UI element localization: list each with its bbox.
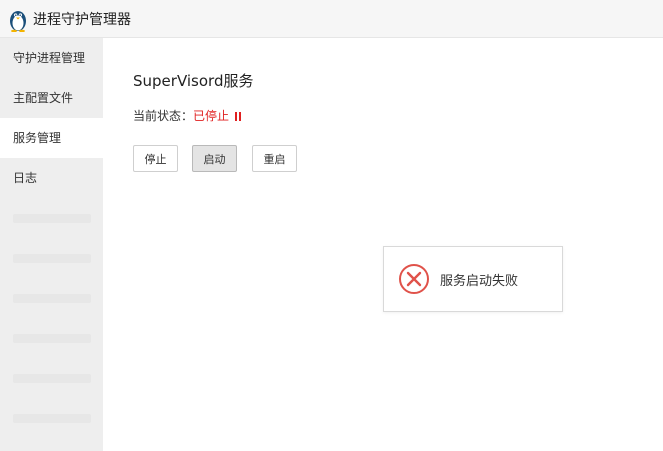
page-title: SuperVisord服务: [133, 72, 254, 90]
toast-message: 服务启动失败: [440, 273, 519, 289]
sidebar-placeholder-row: [0, 278, 103, 318]
status-value: 已停止: [193, 109, 230, 123]
sidebar-placeholder-row: [0, 238, 103, 278]
sidebar-item-daemon-management[interactable]: 守护进程管理: [0, 38, 103, 78]
sidebar-placeholder-row: [0, 358, 103, 398]
title-bar: 进程守护管理器: [0, 0, 663, 38]
pause-icon: [235, 110, 243, 124]
start-button[interactable]: 启动: [192, 145, 237, 172]
error-circle-x-icon: [399, 264, 429, 294]
sidebar-item-service-management[interactable]: 服务管理: [0, 118, 103, 158]
sidebar: 守护进程管理 主配置文件 服务管理 日志: [0, 38, 103, 451]
status-label: 当前状态：: [133, 109, 194, 123]
sidebar-item-main-config[interactable]: 主配置文件: [0, 78, 103, 118]
error-toast: 服务启动失败: [383, 246, 563, 312]
app-title: 进程守护管理器: [33, 11, 131, 28]
status-line: 当前状态：已停止: [133, 107, 243, 124]
stop-button[interactable]: 停止: [133, 145, 178, 172]
main-content: SuperVisord服务 当前状态：已停止 停止 启动 重启: [103, 38, 663, 451]
sidebar-placeholder-row: [0, 318, 103, 358]
sidebar-placeholder-row: [0, 398, 103, 438]
restart-button[interactable]: 重启: [252, 145, 297, 172]
penguin-logo-icon: [10, 10, 26, 32]
sidebar-item-logs[interactable]: 日志: [0, 158, 103, 198]
sidebar-placeholder-row: [0, 198, 103, 238]
